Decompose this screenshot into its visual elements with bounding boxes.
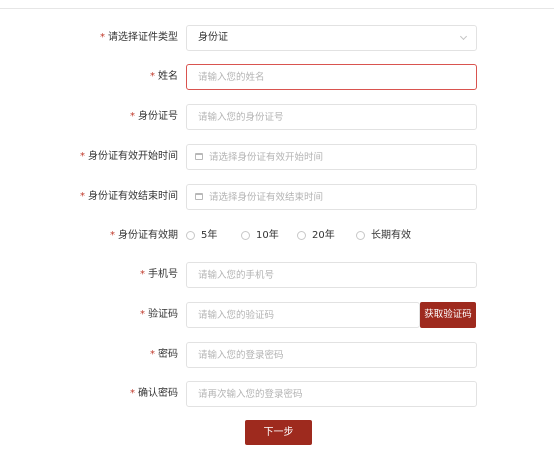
field-label: * 验证码 <box>140 302 178 328</box>
radio-label: 20年 <box>312 230 335 241</box>
field-label: * 请选择证件类型 <box>100 25 178 51</box>
code-label: 验证码 <box>148 309 178 320</box>
form-row-id-number: * 身份证号 <box>0 104 554 130</box>
radio-label: 5年 <box>201 230 218 241</box>
chevron-down-icon <box>459 32 468 41</box>
name-label: 姓名 <box>158 71 178 82</box>
radio-10-years[interactable]: 10年 <box>241 223 279 249</box>
radio-5-years[interactable]: 5年 <box>186 223 217 249</box>
id-type-value: 身份证 <box>198 32 228 43</box>
required-mark: * <box>130 111 135 122</box>
password-field <box>186 342 477 368</box>
form-row-name: * 姓名 <box>0 64 554 90</box>
validity-label: 身份证有效期 <box>118 230 178 241</box>
confirm-password-label: 确认密码 <box>138 388 178 399</box>
end-date-input[interactable] <box>187 185 476 209</box>
required-mark: * <box>150 349 155 360</box>
confirm-password-input[interactable] <box>187 382 476 406</box>
radio-circle-icon <box>241 231 250 240</box>
field-label: * 身份证有效开始时间 <box>80 144 178 170</box>
phone-label: 手机号 <box>148 269 178 280</box>
required-mark: * <box>80 191 85 202</box>
required-mark: * <box>140 309 145 320</box>
end-date-label: 身份证有效结束时间 <box>88 191 178 202</box>
next-step-button[interactable]: 下一步 <box>245 420 312 445</box>
code-field <box>186 302 420 328</box>
form-row-phone: * 手机号 <box>0 262 554 288</box>
start-date-field <box>186 144 477 170</box>
calendar-icon <box>195 193 203 200</box>
radio-circle-icon <box>356 231 365 240</box>
radio-20-years[interactable]: 20年 <box>297 223 335 249</box>
password-input[interactable] <box>187 343 476 367</box>
field-label: * 姓名 <box>150 64 178 90</box>
radio-long-term[interactable]: 长期有效 <box>356 223 411 249</box>
top-divider <box>0 8 554 9</box>
form-row-password: * 密码 <box>0 342 554 368</box>
radio-circle-icon <box>186 231 195 240</box>
field-label: * 密码 <box>150 342 178 368</box>
radio-label: 长期有效 <box>371 230 411 241</box>
required-mark: * <box>140 269 145 280</box>
password-label: 密码 <box>158 349 178 360</box>
id-number-field <box>186 104 477 130</box>
required-mark: * <box>150 71 155 82</box>
id-number-label: 身份证号 <box>138 111 178 122</box>
form-row-start-date: * 身份证有效开始时间 <box>0 144 554 170</box>
name-input[interactable] <box>187 65 476 89</box>
code-input[interactable] <box>187 303 419 327</box>
required-mark: * <box>130 388 135 399</box>
id-type-label: 请选择证件类型 <box>108 32 178 43</box>
start-date-input[interactable] <box>187 145 476 169</box>
radio-label: 10年 <box>256 230 279 241</box>
confirm-password-field <box>186 381 477 407</box>
required-mark: * <box>110 230 115 241</box>
form-row-confirm-password: * 确认密码 <box>0 381 554 407</box>
form-row-code: *验证码 获取验证码 <box>0 302 554 328</box>
id-number-input[interactable] <box>187 105 476 129</box>
field-label: * 确认密码 <box>130 381 178 407</box>
id-type-select[interactable]: 身份证 <box>186 25 477 51</box>
required-mark: * <box>100 32 105 43</box>
field-label: * 手机号 <box>140 262 178 288</box>
get-code-button[interactable]: 获取验证码 <box>420 302 476 328</box>
required-mark: * <box>80 151 85 162</box>
form-row-end-date: * 身份证有效结束时间 <box>0 184 554 210</box>
form-row-validity: * 身份证有效期 5年 10年 20年 长期有效 <box>0 223 554 249</box>
phone-input[interactable] <box>187 263 476 287</box>
field-label: * 身份证号 <box>130 104 178 130</box>
name-field <box>186 64 477 90</box>
start-date-label: 身份证有效开始时间 <box>88 151 178 162</box>
radio-circle-icon <box>297 231 306 240</box>
end-date-field <box>186 184 477 210</box>
form-row-id-type: * 请选择证件类型 身份证 <box>0 25 554 51</box>
phone-field <box>186 262 477 288</box>
calendar-icon <box>195 153 203 160</box>
field-label: * 身份证有效结束时间 <box>80 184 178 210</box>
field-label: * 身份证有效期 <box>110 223 178 249</box>
